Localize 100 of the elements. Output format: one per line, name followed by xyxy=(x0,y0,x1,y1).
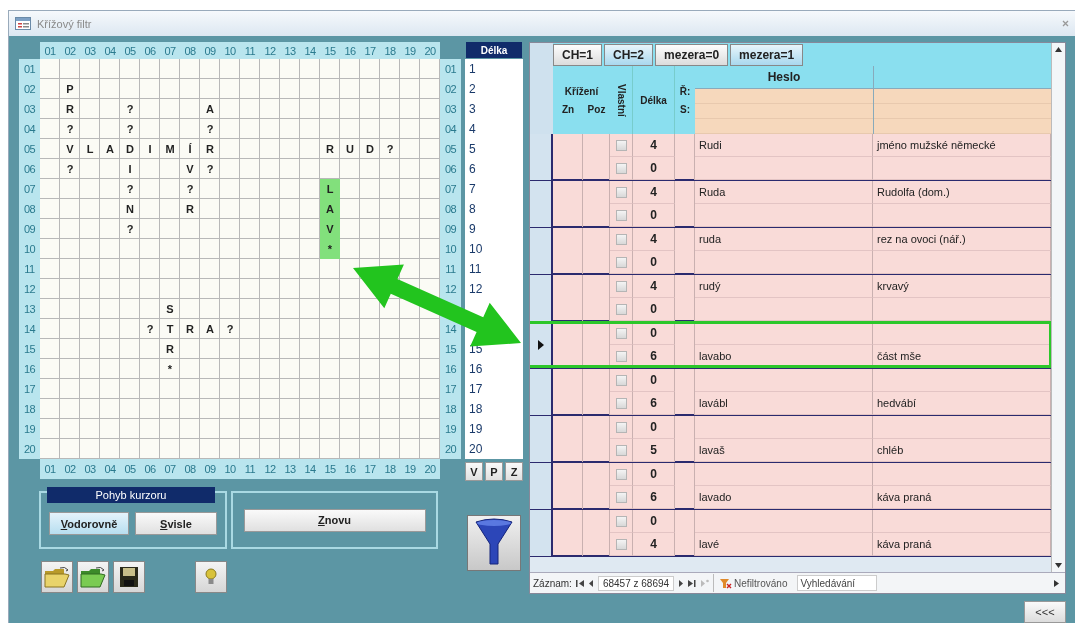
checkbox[interactable] xyxy=(615,327,627,339)
checkbox[interactable] xyxy=(615,444,627,456)
grid-letter[interactable]: ? xyxy=(120,119,140,139)
grid-letter[interactable]: * xyxy=(320,239,340,259)
length-option[interactable]: 1 xyxy=(469,62,476,76)
grid-letter[interactable]: ? xyxy=(140,319,160,339)
checkbox[interactable] xyxy=(615,233,627,245)
record-position[interactable]: 68457 z 68694 xyxy=(597,575,675,591)
checkbox[interactable] xyxy=(615,515,627,527)
checkbox[interactable] xyxy=(615,303,627,315)
record-selector[interactable] xyxy=(530,463,553,509)
grid-letter[interactable]: * xyxy=(160,359,180,379)
length-option[interactable]: 8 xyxy=(469,202,476,216)
record-selector[interactable] xyxy=(530,510,553,556)
length-option[interactable]: 5 xyxy=(469,142,476,156)
grid-letter[interactable]: D xyxy=(120,139,140,159)
letter-button[interactable]: P xyxy=(485,462,503,481)
grid-letter[interactable]: R xyxy=(180,319,200,339)
record-selector[interactable] xyxy=(530,134,553,180)
last-record-icon[interactable] xyxy=(688,578,697,588)
grid-letter[interactable]: T xyxy=(160,319,180,339)
checkbox[interactable] xyxy=(615,162,627,174)
grid-letter[interactable]: S xyxy=(160,299,180,319)
checkbox[interactable] xyxy=(615,186,627,198)
next-record-icon[interactable] xyxy=(678,578,685,588)
grid-letter[interactable]: A xyxy=(200,319,220,339)
grid-letter[interactable]: L xyxy=(80,139,100,159)
length-option[interactable]: 20 xyxy=(469,442,483,456)
grid-letter[interactable]: V xyxy=(60,139,80,159)
grid-letter[interactable]: P xyxy=(60,79,80,99)
grid-letter[interactable]: ? xyxy=(120,99,140,119)
grid-letter[interactable]: ? xyxy=(120,219,140,239)
length-option[interactable]: 2 xyxy=(469,82,476,96)
grid-letter[interactable]: ? xyxy=(200,119,220,139)
record-selector[interactable] xyxy=(530,369,553,415)
length-option[interactable]: 6 xyxy=(469,162,476,176)
filter-status-button[interactable]: Nefiltrováno xyxy=(713,574,794,592)
open-folder-button[interactable] xyxy=(41,561,73,593)
grid-letter[interactable]: ? xyxy=(60,159,80,179)
checkbox[interactable] xyxy=(615,139,627,151)
checkbox[interactable] xyxy=(615,397,627,409)
length-option[interactable]: 18 xyxy=(469,402,483,416)
grid-letter[interactable]: ? xyxy=(180,179,200,199)
filter-tab[interactable]: mezera=0 xyxy=(655,44,729,66)
grid-letter[interactable]: R xyxy=(180,199,200,219)
filter-button[interactable] xyxy=(467,515,521,571)
length-option[interactable]: 19 xyxy=(469,422,483,436)
grid-letter[interactable]: I xyxy=(140,139,160,159)
record-selector[interactable] xyxy=(530,181,553,227)
grid-letter[interactable]: A xyxy=(320,199,340,219)
grid-letter[interactable]: ? xyxy=(220,319,240,339)
save-button[interactable] xyxy=(113,561,145,593)
filter-tab[interactable]: CH=2 xyxy=(604,44,654,66)
filter-tab[interactable]: CH=1 xyxy=(553,44,602,66)
scroll-up-icon[interactable] xyxy=(1055,47,1062,52)
grid-letter[interactable]: R xyxy=(320,139,340,159)
length-option[interactable]: 3 xyxy=(469,102,476,116)
reset-button[interactable]: Znovu xyxy=(243,508,426,532)
grid-letter[interactable]: Í xyxy=(180,139,200,159)
direction-button[interactable]: Vodorovně xyxy=(49,512,129,535)
grid-letter[interactable]: R xyxy=(160,339,180,359)
length-option[interactable]: 17 xyxy=(469,382,483,396)
grid-letter[interactable]: D xyxy=(360,139,380,159)
grid-letter[interactable]: N xyxy=(120,199,140,219)
grid-letter[interactable]: A xyxy=(200,99,220,119)
search-field[interactable]: Vyhledávání xyxy=(797,575,878,591)
grid-letter[interactable]: ? xyxy=(380,139,400,159)
filter-tab[interactable]: mezera=1 xyxy=(730,44,804,66)
length-option[interactable]: 10 xyxy=(469,242,483,256)
grid-letter[interactable]: R xyxy=(200,139,220,159)
direction-button[interactable]: Svisle xyxy=(135,512,217,535)
checkbox[interactable] xyxy=(615,280,627,292)
length-option[interactable]: 16 xyxy=(469,362,483,376)
record-selector[interactable] xyxy=(530,228,553,274)
back-button[interactable]: <<< xyxy=(1024,601,1066,623)
grid-letter[interactable]: V xyxy=(320,219,340,239)
grid-letter[interactable]: ? xyxy=(120,179,140,199)
checkbox[interactable] xyxy=(615,421,627,433)
grid-letter[interactable]: V xyxy=(180,159,200,179)
length-option[interactable]: 7 xyxy=(469,182,476,196)
grid-letter[interactable]: ? xyxy=(60,119,80,139)
length-option[interactable]: 9 xyxy=(469,222,476,236)
length-option[interactable]: 4 xyxy=(469,122,476,136)
letter-button[interactable]: Z xyxy=(505,462,523,481)
grid-letter[interactable]: A xyxy=(100,139,120,159)
close-icon[interactable] xyxy=(1062,20,1069,27)
checkbox[interactable] xyxy=(615,256,627,268)
scroll-down-icon[interactable] xyxy=(1055,563,1062,568)
grid-letter[interactable]: U xyxy=(340,139,360,159)
crossword-grid[interactable]: P R ? A ? ? ? V L A D I M Í R R U D ? ? I V ? ? ? L N R A ? V * S ? T R A ? R * xyxy=(40,59,440,459)
first-record-icon[interactable] xyxy=(575,578,584,588)
checkbox[interactable] xyxy=(615,468,627,480)
length-option[interactable]: 11 xyxy=(469,262,482,276)
letter-button[interactable]: V xyxy=(465,462,483,481)
grid-letter[interactable]: ? xyxy=(200,159,220,179)
grid-letter[interactable]: R xyxy=(60,99,80,119)
checkbox[interactable] xyxy=(615,491,627,503)
grid-letter[interactable]: I xyxy=(120,159,140,179)
length-option[interactable]: 12 xyxy=(469,282,483,296)
open-folder-button[interactable] xyxy=(77,561,109,593)
